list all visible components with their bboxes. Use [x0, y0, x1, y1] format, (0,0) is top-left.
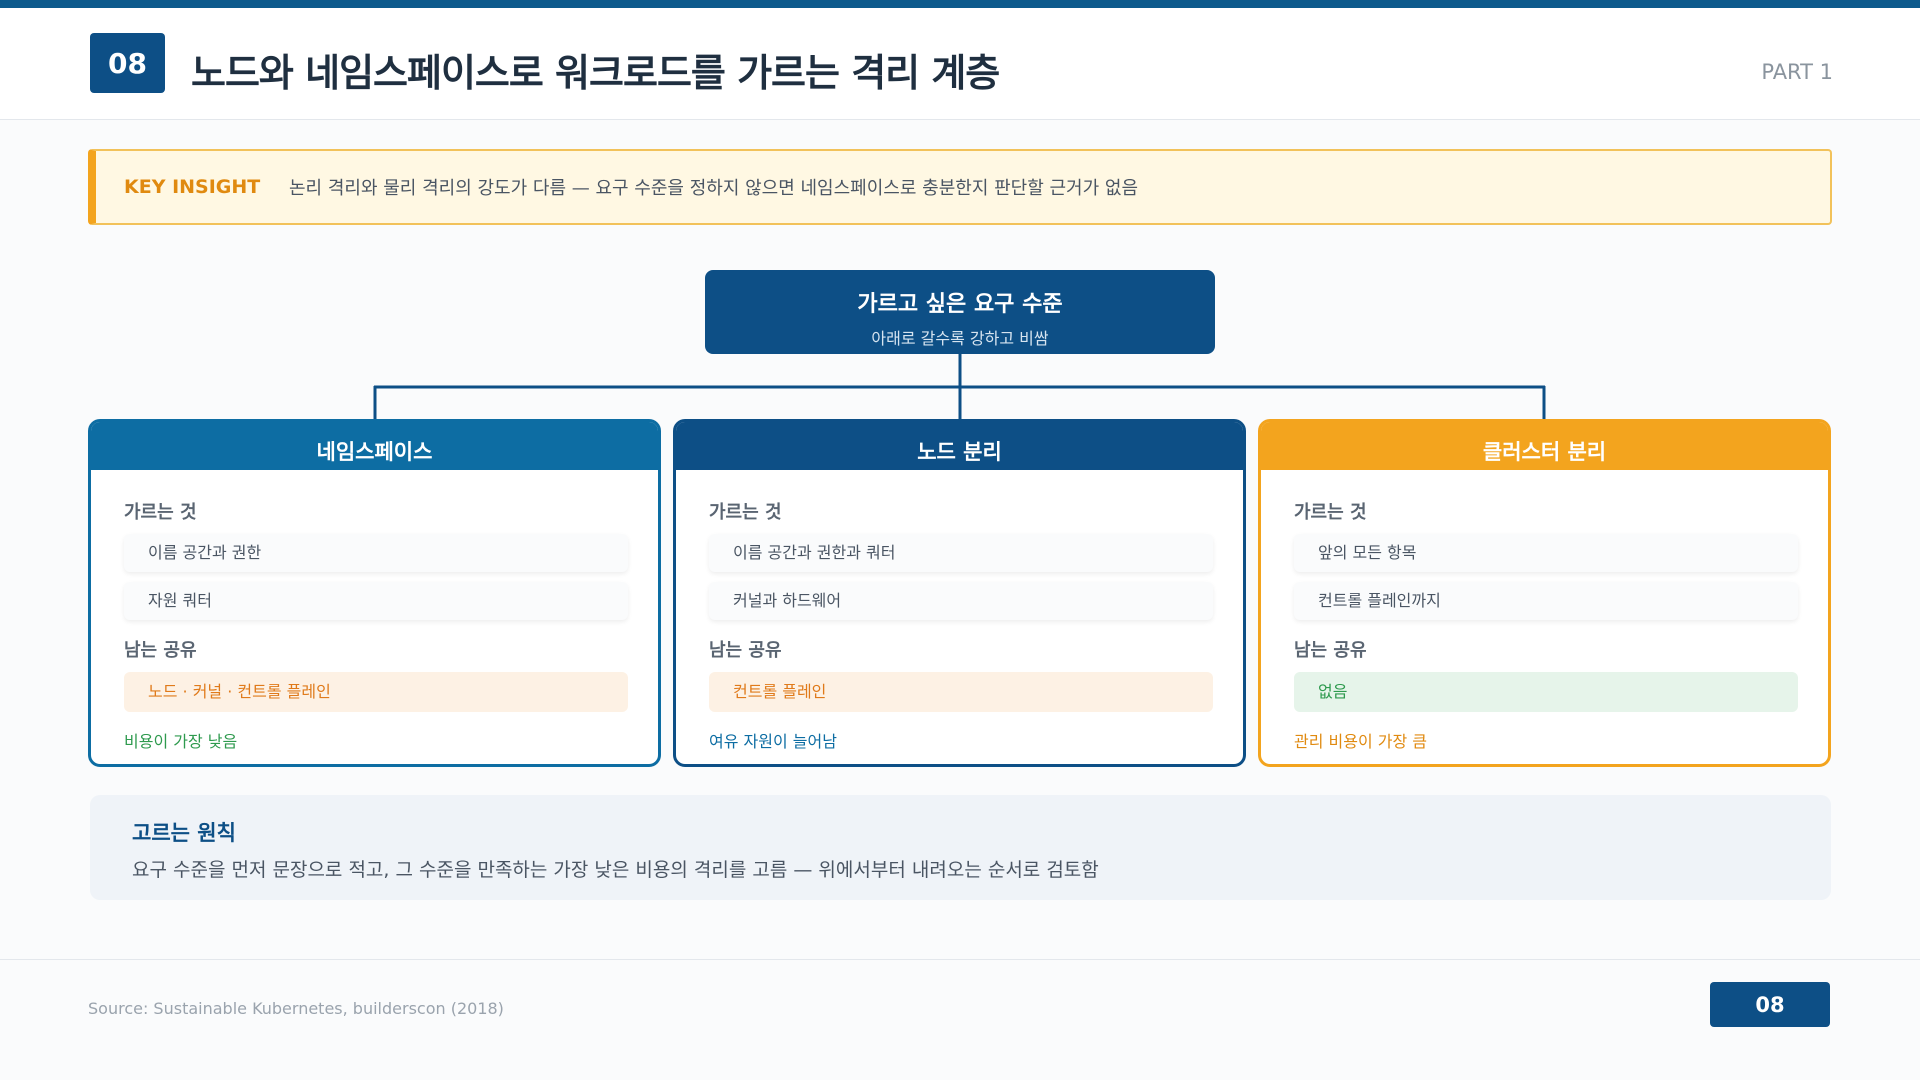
shared-label: 남는 공유 — [124, 640, 197, 661]
separates-label: 가르는 것 — [1294, 502, 1367, 523]
separates-item: 이름 공간과 권한 — [124, 534, 628, 572]
key-insight-text: 논리 격리와 물리 격리의 강도가 다름 — 요구 수준을 정하지 않으면 네임… — [289, 178, 1139, 199]
root-node-subtitle: 아래로 갈수록 강하고 비쌈 — [871, 329, 1049, 348]
top-accent-bar — [0, 0, 1920, 8]
shared-value: 컨트롤 플레인 — [709, 672, 1213, 712]
footer-divider — [0, 959, 1920, 960]
footer-page-number: 08 — [1710, 982, 1830, 1027]
card-title: 클러스터 분리 — [1261, 422, 1828, 482]
principle-text: 요구 수준을 먼저 문장으로 적고, 그 수준을 만족하는 가장 낮은 비용의 … — [132, 859, 1099, 881]
slide-header: 08 노드와 네임스페이스로 워크로드를 가르는 격리 계층 PART 1 — [0, 8, 1920, 120]
slide-number-badge: 08 — [90, 33, 165, 93]
card-namespace: 네임스페이스 가르는 것 이름 공간과 권한 자원 쿼터 남는 공유 노드 · … — [88, 419, 661, 767]
shared-label: 남는 공유 — [709, 640, 782, 661]
slide-title: 노드와 네임스페이스로 워크로드를 가르는 격리 계층 — [191, 51, 1000, 95]
separates-label: 가르는 것 — [124, 502, 197, 523]
principle-title: 고르는 원칙 — [132, 821, 236, 845]
root-node-title: 가르고 싶은 요구 수준 — [857, 292, 1063, 317]
separates-label: 가르는 것 — [709, 502, 782, 523]
key-insight-box: KEY INSIGHT 논리 격리와 물리 격리의 강도가 다름 — 요구 수준… — [88, 149, 1832, 225]
separates-item: 앞의 모든 항목 — [1294, 534, 1798, 572]
separates-item: 이름 공간과 권한과 쿼터 — [709, 534, 1213, 572]
root-node: 가르고 싶은 요구 수준 아래로 갈수록 강하고 비쌈 — [705, 270, 1215, 354]
card-node-separation: 노드 분리 가르는 것 이름 공간과 권한과 쿼터 커널과 하드웨어 남는 공유… — [673, 419, 1246, 767]
card-title: 노드 분리 — [676, 422, 1243, 482]
cost-note: 여유 자원이 늘어남 — [709, 732, 837, 751]
card-title: 네임스페이스 — [91, 422, 658, 482]
principle-box: 고르는 원칙 요구 수준을 먼저 문장으로 적고, 그 수준을 만족하는 가장 … — [90, 795, 1831, 900]
shared-value: 노드 · 커널 · 컨트롤 플레인 — [124, 672, 628, 712]
separates-item: 컨트롤 플레인까지 — [1294, 582, 1798, 620]
source-citation: Source: Sustainable Kubernetes, builders… — [88, 999, 504, 1018]
cost-note: 관리 비용이 가장 큼 — [1294, 732, 1428, 751]
part-label: PART 1 — [1761, 60, 1833, 84]
separates-item: 커널과 하드웨어 — [709, 582, 1213, 620]
shared-label: 남는 공유 — [1294, 640, 1367, 661]
key-insight-tag: KEY INSIGHT — [124, 176, 261, 198]
separates-item: 자원 쿼터 — [124, 582, 628, 620]
card-cluster-separation: 클러스터 분리 가르는 것 앞의 모든 항목 컨트롤 플레인까지 남는 공유 없… — [1258, 419, 1831, 767]
shared-value: 없음 — [1294, 672, 1798, 712]
cost-note: 비용이 가장 낮음 — [124, 732, 238, 751]
